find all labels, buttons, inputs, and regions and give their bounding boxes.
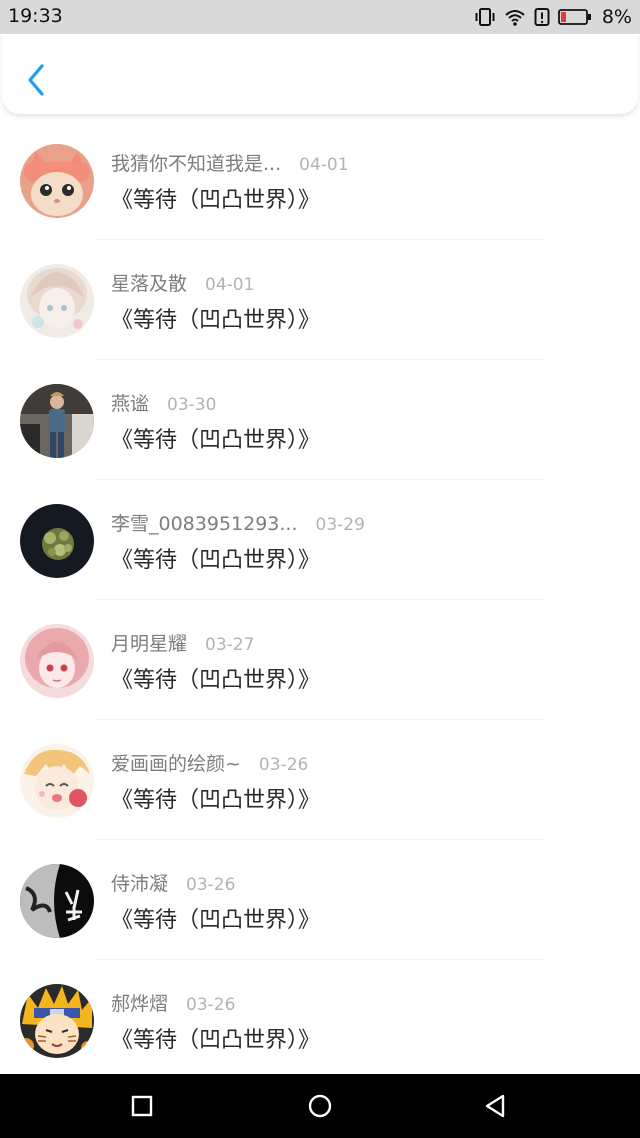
status-time: 19:33 bbox=[8, 5, 63, 27]
book-title: 《等待（凹凸世界）》 bbox=[111, 908, 321, 933]
vibrate-icon bbox=[475, 8, 495, 26]
cat-avatar bbox=[20, 144, 94, 218]
name-row: 燕谧 03-30 bbox=[111, 389, 216, 417]
item-date: 04-01 bbox=[205, 275, 255, 295]
alert-icon bbox=[534, 8, 550, 26]
item-date: 03-26 bbox=[186, 995, 236, 1015]
list-item[interactable]: 李雪_0083951293... 03-29 《等待（凹凸世界）》 bbox=[0, 480, 640, 600]
book-title: 《等待（凹凸世界）》 bbox=[111, 428, 321, 453]
list-item[interactable]: 燕谧 03-30 《等待（凹凸世界）》 bbox=[0, 360, 640, 480]
book-title: 《等待（凹凸世界）》 bbox=[111, 1028, 321, 1053]
item-date: 04-01 bbox=[299, 155, 349, 175]
battery-low-icon bbox=[557, 9, 591, 25]
list-item[interactable]: 月明星耀 03-27 《等待（凹凸世界）》 bbox=[0, 600, 640, 720]
book-title: 《等待（凹凸世界）》 bbox=[111, 668, 321, 693]
name-row: 爱画画的绘颜~ 03-26 bbox=[111, 749, 308, 777]
person-photo-avatar bbox=[20, 384, 94, 458]
name-row: 侍沛凝 03-26 bbox=[111, 869, 235, 897]
recent-apps-icon[interactable] bbox=[129, 1093, 155, 1119]
book-title: 《等待（凹凸世界）》 bbox=[111, 548, 321, 573]
list-item[interactable]: 星落及散 04-01 《等待（凹凸世界）》 bbox=[0, 240, 640, 360]
home-icon[interactable] bbox=[307, 1093, 333, 1119]
anime-blonde-avatar bbox=[20, 744, 94, 818]
status-icons: 8% bbox=[474, 5, 632, 29]
naruto-avatar bbox=[20, 984, 94, 1058]
name-row: 郝烨熠 03-26 bbox=[111, 989, 235, 1017]
list-item[interactable]: 郝烨熠 03-26 《等待（凹凸世界）》 bbox=[0, 960, 640, 1080]
item-date: 03-27 bbox=[205, 635, 255, 655]
anime-girl-pastel-avatar bbox=[20, 264, 94, 338]
name-row: 月明星耀 03-27 bbox=[111, 629, 254, 657]
user-name: 郝烨熠 bbox=[111, 993, 169, 1015]
user-name: 李雪_0083951293... bbox=[111, 513, 298, 535]
user-name: 侍沛凝 bbox=[111, 873, 169, 895]
name-row: 李雪_0083951293... 03-29 bbox=[111, 509, 365, 537]
battery-percentage: 8% bbox=[601, 6, 632, 28]
item-date: 03-26 bbox=[186, 875, 236, 895]
status-bar: 19:33 8% bbox=[0, 0, 640, 34]
list-item[interactable]: 我猜你不知道我是... 04-01 《等待（凹凸世界）》 bbox=[0, 120, 640, 240]
name-row: 我猜你不知道我是... 04-01 bbox=[111, 149, 349, 177]
back-triangle-icon[interactable] bbox=[483, 1093, 509, 1119]
wifi-icon bbox=[505, 10, 525, 26]
black-white-text-avatar bbox=[20, 864, 94, 938]
item-date: 03-29 bbox=[315, 515, 365, 535]
book-title: 《等待（凹凸世界）》 bbox=[111, 788, 321, 813]
user-name: 我猜你不知道我是... bbox=[111, 153, 282, 175]
book-title: 《等待（凹凸世界）》 bbox=[111, 308, 321, 333]
item-date: 03-30 bbox=[167, 395, 217, 415]
list-item[interactable]: 爱画画的绘颜~ 03-26 《等待（凹凸世界）》 bbox=[0, 720, 640, 840]
system-nav-bar bbox=[0, 1074, 640, 1138]
item-date: 03-26 bbox=[258, 755, 309, 775]
flower-dark-avatar bbox=[20, 504, 94, 578]
chevron-left-icon[interactable] bbox=[22, 62, 52, 98]
user-name: 爱画画的绘颜~ bbox=[111, 753, 241, 775]
reader-list: 我猜你不知道我是... 04-01 《等待（凹凸世界）》 星落及散 04-01 《等… bbox=[0, 120, 640, 1080]
app-header bbox=[2, 34, 638, 114]
name-row: 星落及散 04-01 bbox=[111, 269, 254, 297]
user-name: 星落及散 bbox=[111, 273, 188, 295]
anime-pink-hair-avatar bbox=[20, 624, 94, 698]
list-item[interactable]: 侍沛凝 03-26 《等待（凹凸世界）》 bbox=[0, 840, 640, 960]
user-name: 燕谧 bbox=[111, 393, 150, 415]
user-name: 月明星耀 bbox=[111, 633, 188, 655]
book-title: 《等待（凹凸世界）》 bbox=[111, 188, 321, 213]
